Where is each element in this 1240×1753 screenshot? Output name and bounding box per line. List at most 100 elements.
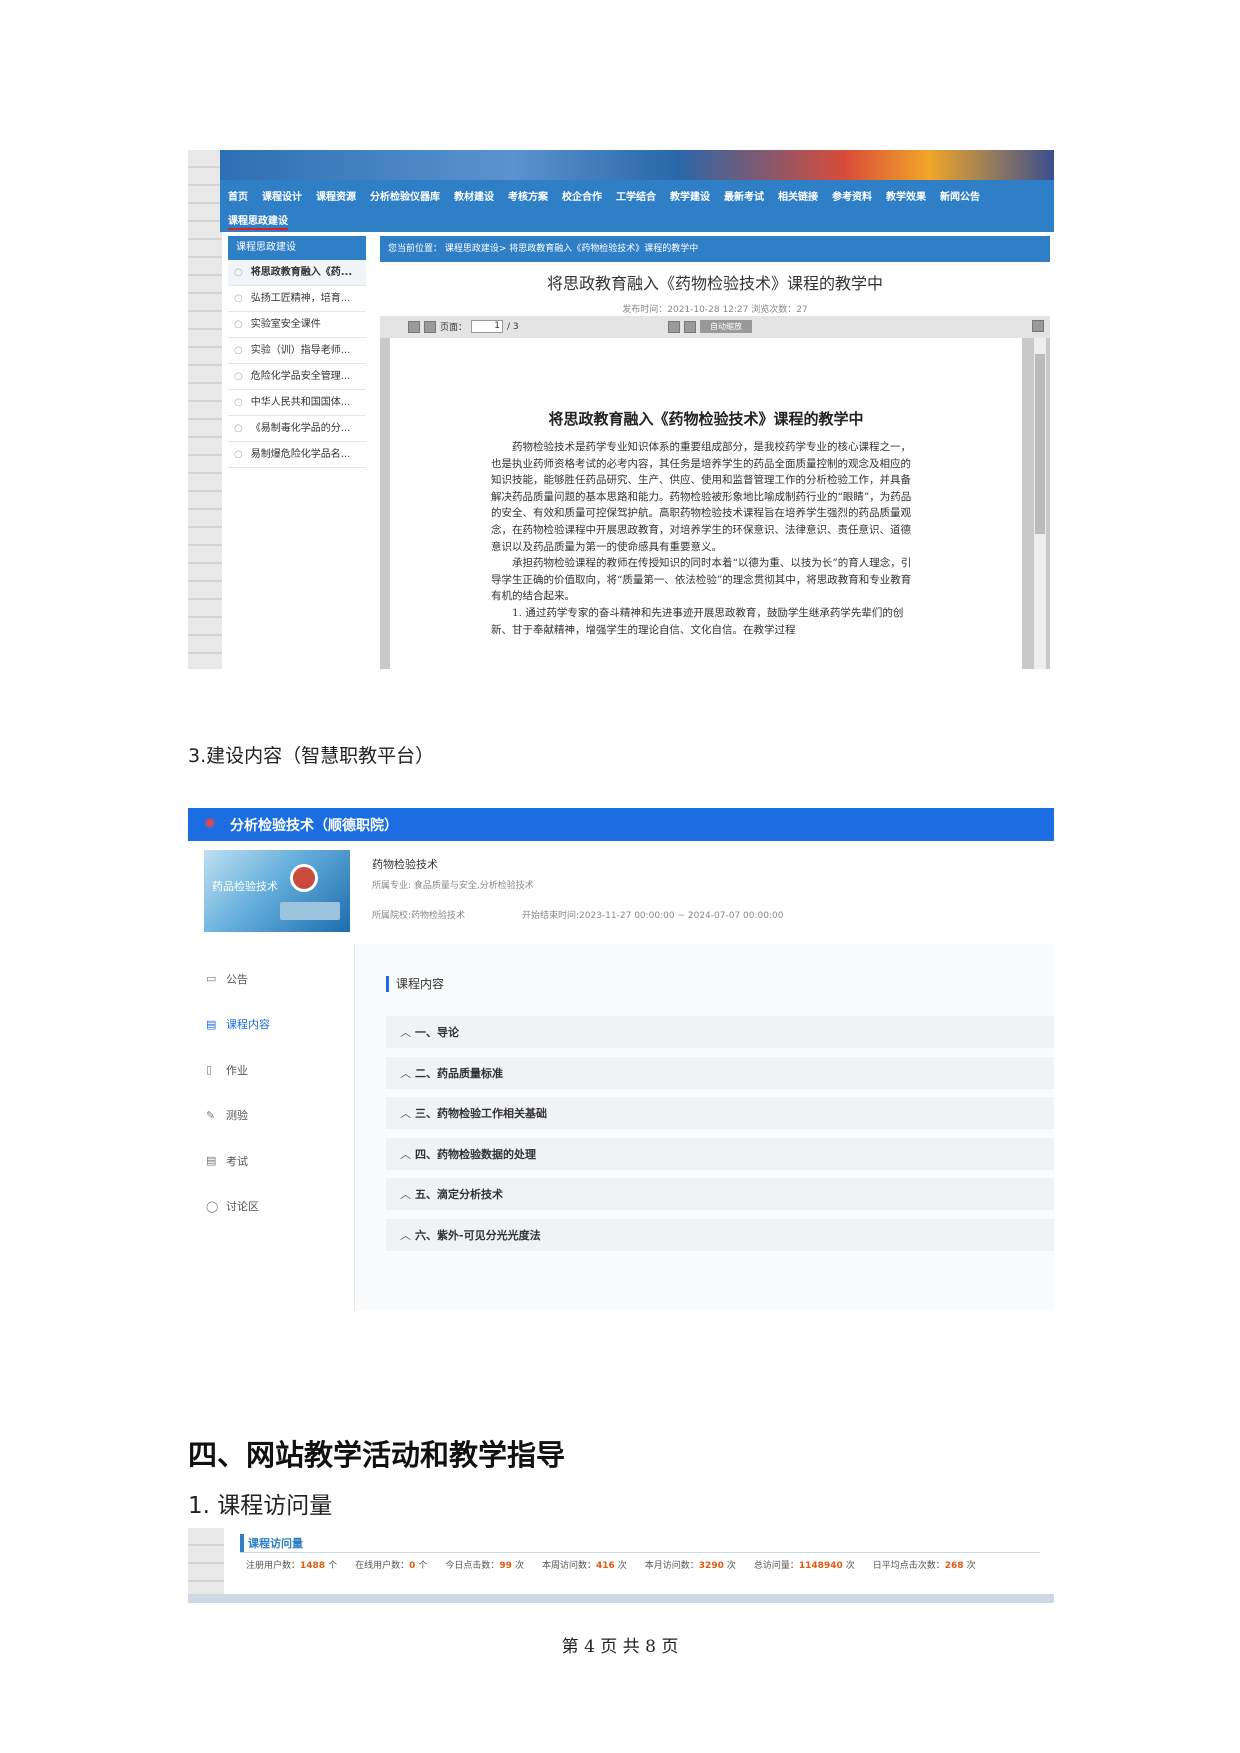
stat-item: 本月访问数：3290 次 [645, 1558, 736, 1571]
chevron-up-icon[interactable]: ︿ [400, 1024, 411, 1040]
course-cover: 药品检验技术 [204, 850, 350, 932]
viewer-scrollbar[interactable] [1034, 338, 1046, 669]
chapter-list: ︿ 一、导论 ︿ 二、药品质量标准 ︿ 三、药物检验工作相关基础 ︿ 四、药物检验数据的处理 ︿… [386, 1016, 1054, 1259]
chapter-row[interactable]: ︿ 五、滴定分析技术 [386, 1178, 1054, 1210]
stat-unit: 次 [617, 1561, 627, 1571]
brick-background [188, 1528, 224, 1603]
side-menu-item[interactable]: ○ 中华人民共和国国体... [228, 390, 366, 416]
nav-item[interactable]: 最新考试 [724, 188, 764, 204]
stat-unit: 个 [418, 1561, 428, 1571]
side-menu-item[interactable]: ○ 将思政教育融入《药... [228, 260, 366, 286]
nav-item[interactable]: 新闻公告 [940, 188, 980, 204]
chapter-title: 六、紫外-可见分光光度法 [415, 1228, 541, 1242]
side-menu-item[interactable]: ○ 《易制毒化学品的分... [228, 416, 366, 442]
next-page-icon[interactable] [424, 320, 436, 333]
sidebar-item-icon: ✎ [206, 1108, 216, 1122]
side-menu-item-label: 易制爆危险化学品名... [250, 449, 351, 460]
nav-item[interactable]: 校企合作 [562, 188, 602, 204]
sidebar-item[interactable]: ▤ 考试 [188, 1138, 354, 1184]
nav-item[interactable]: 教学建设 [670, 188, 710, 204]
scrollbar-thumb[interactable] [1035, 354, 1045, 534]
side-menu-item[interactable]: ○ 危险化学品安全管理... [228, 364, 366, 390]
chapter-row[interactable]: ︿ 二、药品质量标准 [386, 1056, 1054, 1089]
bullet-icon: ○ [234, 293, 243, 304]
chapter-row[interactable]: ︿ 六、紫外-可见分光光度法 [386, 1218, 1054, 1251]
zoom-select[interactable]: 自动缩放 [700, 320, 752, 333]
stat-value: 1488 [300, 1561, 326, 1571]
side-menu-header: 课程思政建设 [228, 236, 366, 260]
stat-label: 本周访问数： [541, 1561, 596, 1571]
stat-unit: 个 [328, 1561, 338, 1571]
chapter-row[interactable]: ︿ 三、药物检验工作相关基础 [386, 1097, 1054, 1129]
zoom-in-icon[interactable] [684, 320, 696, 333]
bullet-icon: ○ [234, 423, 243, 434]
sidebar-item-label: 讨论区 [226, 1200, 259, 1214]
stat-label: 注册用户数： [246, 1561, 301, 1571]
nav-item[interactable]: 首页 [228, 188, 248, 204]
bullet-icon: ○ [234, 397, 243, 408]
pdf-viewer: 页面： 1 / 3 自动缩放 将思政教育融入《药物检验技术》课程的教学中 药物检… [380, 316, 1050, 669]
course-name: 药物检验技术 [372, 858, 438, 871]
side-menu-item-label: 实验室安全课件 [250, 319, 321, 330]
stat-value: 99 [499, 1561, 512, 1571]
nav-item[interactable]: 课程资源 [316, 188, 356, 204]
chevron-up-icon[interactable]: ︿ [400, 1105, 411, 1121]
sidebar-divider [354, 944, 355, 1311]
course-major: 所属专业: 食品质量与安全,分析检验技术 [372, 881, 534, 891]
side-menu-item[interactable]: ○ 弘扬工匠精神，培育... [228, 286, 366, 312]
side-menu-item[interactable]: ○ 易制爆危险化学品名... [228, 442, 366, 468]
fullscreen-icon[interactable] [1032, 320, 1044, 332]
sidebar-item[interactable]: ◯ 讨论区 [188, 1184, 354, 1230]
doc-body: 药物检验技术是药学专业知识体系的重要组成部分，是我校药学专业的核心课程之一，也是… [491, 439, 921, 638]
app-title: 分析检验技术（顺德职院） [230, 818, 398, 834]
chapter-row[interactable]: ︿ 四、药物检验数据的处理 [386, 1137, 1054, 1170]
chevron-up-icon[interactable]: ︿ [400, 1227, 411, 1243]
chevron-up-icon[interactable]: ︿ [400, 1065, 411, 1081]
stat-unit: 次 [726, 1561, 736, 1571]
sidebar-item[interactable]: ▭ 公告 [188, 956, 354, 1002]
nav-item[interactable]: 参考资料 [832, 188, 872, 204]
nav-item[interactable]: 教学效果 [886, 188, 926, 204]
prev-page-icon[interactable] [408, 320, 420, 333]
visit-stats-screenshot: 课程访问量 注册用户数：1488 个在线用户数：0 个今日点击数：99 次本周访问数：… [188, 1528, 1054, 1603]
side-menu-item-label: 危险化学品安全管理... [250, 371, 351, 382]
cut-off-band [188, 1594, 1054, 1603]
nav-item[interactable]: 分析检验仪器库 [370, 188, 440, 204]
nav-item[interactable]: 教材建设 [454, 188, 494, 204]
nav-item[interactable]: 工学结合 [616, 188, 656, 204]
article-title: 将思政教育融入《药物检验技术》课程的教学中 [546, 274, 883, 293]
side-menu-item[interactable]: ○ 实验（训）指导老师... [228, 338, 366, 364]
stat-item: 日平均点击次数：268 次 [873, 1558, 976, 1571]
page-number-input[interactable]: 1 [471, 320, 504, 333]
platform-sidebar: ▭ 公告 ▤ 课程内容 ▯ 作业 ✎ 测验 ▤ 考试 ◯ 讨论区 [188, 944, 354, 1311]
sidebar-item-icon: ▯ [206, 1063, 213, 1077]
chapter-title: 四、药物检验数据的处理 [415, 1147, 536, 1161]
bullet-icon: ○ [234, 319, 243, 330]
nav-item[interactable]: 相关链接 [778, 188, 818, 204]
page-label: 页面： [440, 323, 468, 333]
stat-unit: 次 [514, 1561, 524, 1571]
build-content-heading: 3.建设内容（智慧职教平台） [188, 745, 435, 767]
chevron-up-icon[interactable]: ︿ [400, 1146, 411, 1162]
sidebar-item[interactable]: ▯ 作业 [188, 1047, 354, 1093]
stat-item: 在线用户数：0 个 [355, 1558, 427, 1571]
side-menu: 课程思政建设 ○ 将思政教育融入《药... ○ 弘扬工匠精神，培育... ○ 实验室安全课… [228, 236, 366, 656]
zoom-out-icon[interactable] [668, 320, 680, 333]
stat-item: 本周访问数：416 次 [542, 1558, 627, 1571]
stat-label: 今日点击数： [445, 1561, 500, 1571]
bullet-icon: ○ [234, 449, 243, 460]
sidebar-item-label: 公告 [226, 972, 248, 986]
side-menu-item[interactable]: ○ 实验室安全课件 [228, 312, 366, 338]
nav-sub-item[interactable]: 课程思政建设 [228, 212, 288, 230]
brick-background [188, 150, 222, 669]
sidebar-item[interactable]: ✎ 测验 [188, 1093, 354, 1139]
nav-item[interactable]: 课程设计 [262, 188, 302, 204]
pdf-page: 将思政教育融入《药物检验技术》课程的教学中 药物检验技术是药学专业知识体系的重要… [390, 338, 1022, 669]
sidebar-item[interactable]: ▤ 课程内容 [188, 1002, 354, 1048]
chapter-row[interactable]: ︿ 一、导论 [386, 1016, 1054, 1048]
nav-item[interactable]: 考核方案 [508, 188, 548, 204]
chevron-up-icon[interactable]: ︿ [400, 1186, 411, 1202]
sub-heading-visits: 1. 课程访问量 [188, 1493, 333, 1519]
doc-paragraph: 1. 通过药学专家的奋斗精神和先进事迹开展思政教育，鼓励学生继承药学先辈们的创新… [491, 606, 904, 636]
side-menu-item-label: 实验（训）指导老师... [250, 345, 351, 356]
